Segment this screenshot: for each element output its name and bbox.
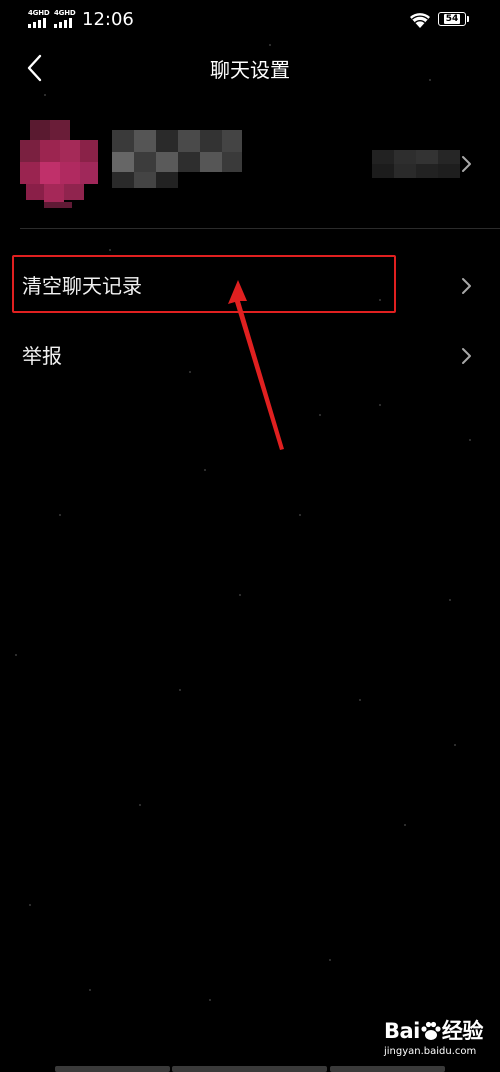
watermark-brand-left: Bai [384,1019,420,1043]
signal-strength-sim1: 4GHD [28,9,50,29]
baidu-jingyan-watermark: Bai 经验 jingyan.baidu.com [380,1018,495,1064]
navigation-header: 聊天设置 [0,40,500,100]
menu-item-label: 举报 [22,344,62,368]
section-divider [20,228,500,229]
avatar[interactable] [20,116,98,208]
signal-strength-sim2: 4GHD [54,9,76,29]
page-title: 聊天设置 [210,58,290,82]
network-type-label: 4GHD [28,9,50,17]
network-type-label: 4GHD [54,9,76,17]
chevron-right-icon [462,278,471,294]
system-navigation-bar [0,1066,500,1072]
signal-bars-icon [54,18,74,28]
chevron-right-icon [462,156,471,172]
contact-profile-row[interactable] [0,110,500,222]
status-time: 12:06 [82,9,134,30]
clear-chat-history-item[interactable]: 清空聊天记录 [0,258,500,314]
contact-info-redacted [372,150,460,178]
watermark-logo: Bai 经验 [384,1018,483,1044]
wifi-icon [410,13,430,28]
battery-level: 54 [443,14,461,24]
chat-settings-screen: 4GHD 4GHD 12:06 54 聊天设置 清空聊天记录 举报 Bai 经验… [0,0,500,1072]
battery-indicator: 54 [438,12,471,28]
signal-bars-icon [28,18,48,28]
status-bar: 4GHD 4GHD 12:06 54 [0,0,500,40]
watermark-url: jingyan.baidu.com [384,1046,477,1057]
report-item[interactable]: 举报 [0,328,500,384]
contact-name-redacted [112,130,242,188]
battery-icon: 54 [438,12,466,26]
chevron-right-icon [462,348,471,364]
menu-item-label: 清空聊天记录 [22,274,142,298]
watermark-brand-right: 经验 [441,1019,484,1043]
paw-icon [421,1021,441,1040]
